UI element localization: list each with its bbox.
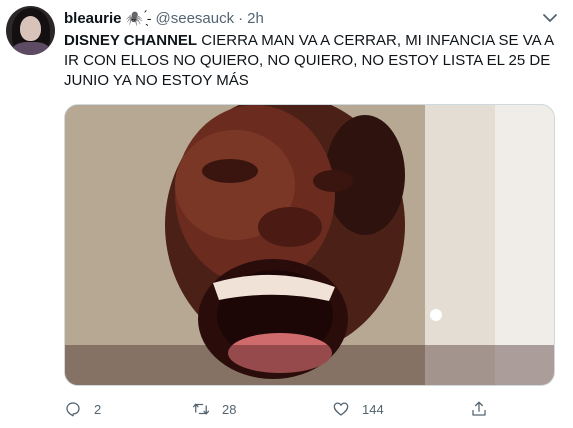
- user-handle[interactable]: @seesauck: [156, 10, 235, 27]
- share-button[interactable]: [470, 400, 488, 418]
- reply-button[interactable]: 2: [64, 400, 101, 418]
- tweet-text: DISNEY CHANNEL CIERRA MAN VA A CERRAR, M…: [64, 31, 554, 91]
- display-name[interactable]: bleaurie: [64, 10, 122, 27]
- tweet-bold-text: DISNEY CHANNEL: [64, 32, 198, 49]
- timestamp[interactable]: 2h: [247, 10, 264, 27]
- more-caret-icon[interactable]: [541, 12, 559, 24]
- tweet-actions: 2 28 144: [64, 398, 504, 420]
- separator-dot: ·: [238, 9, 244, 27]
- tweet-header: bleaurie 🕷️ ̖́- @seesauck · 2h: [64, 8, 264, 28]
- retweet-button[interactable]: 28: [192, 400, 236, 418]
- like-button[interactable]: 144: [332, 400, 384, 418]
- reply-icon: [66, 402, 80, 417]
- share-icon: [472, 401, 486, 416]
- like-count: 144: [362, 401, 384, 417]
- tweet-image[interactable]: [64, 104, 555, 386]
- avatar[interactable]: [6, 6, 55, 55]
- name-emoji: 🕷️ ̖́-: [125, 9, 152, 26]
- tweet[interactable]: bleaurie 🕷️ ̖́- @seesauck · 2h DISNEY CH…: [0, 0, 573, 428]
- retweet-count: 28: [222, 401, 237, 417]
- reply-count: 2: [94, 401, 102, 417]
- retweet-icon: [192, 403, 210, 415]
- like-icon: [333, 402, 349, 416]
